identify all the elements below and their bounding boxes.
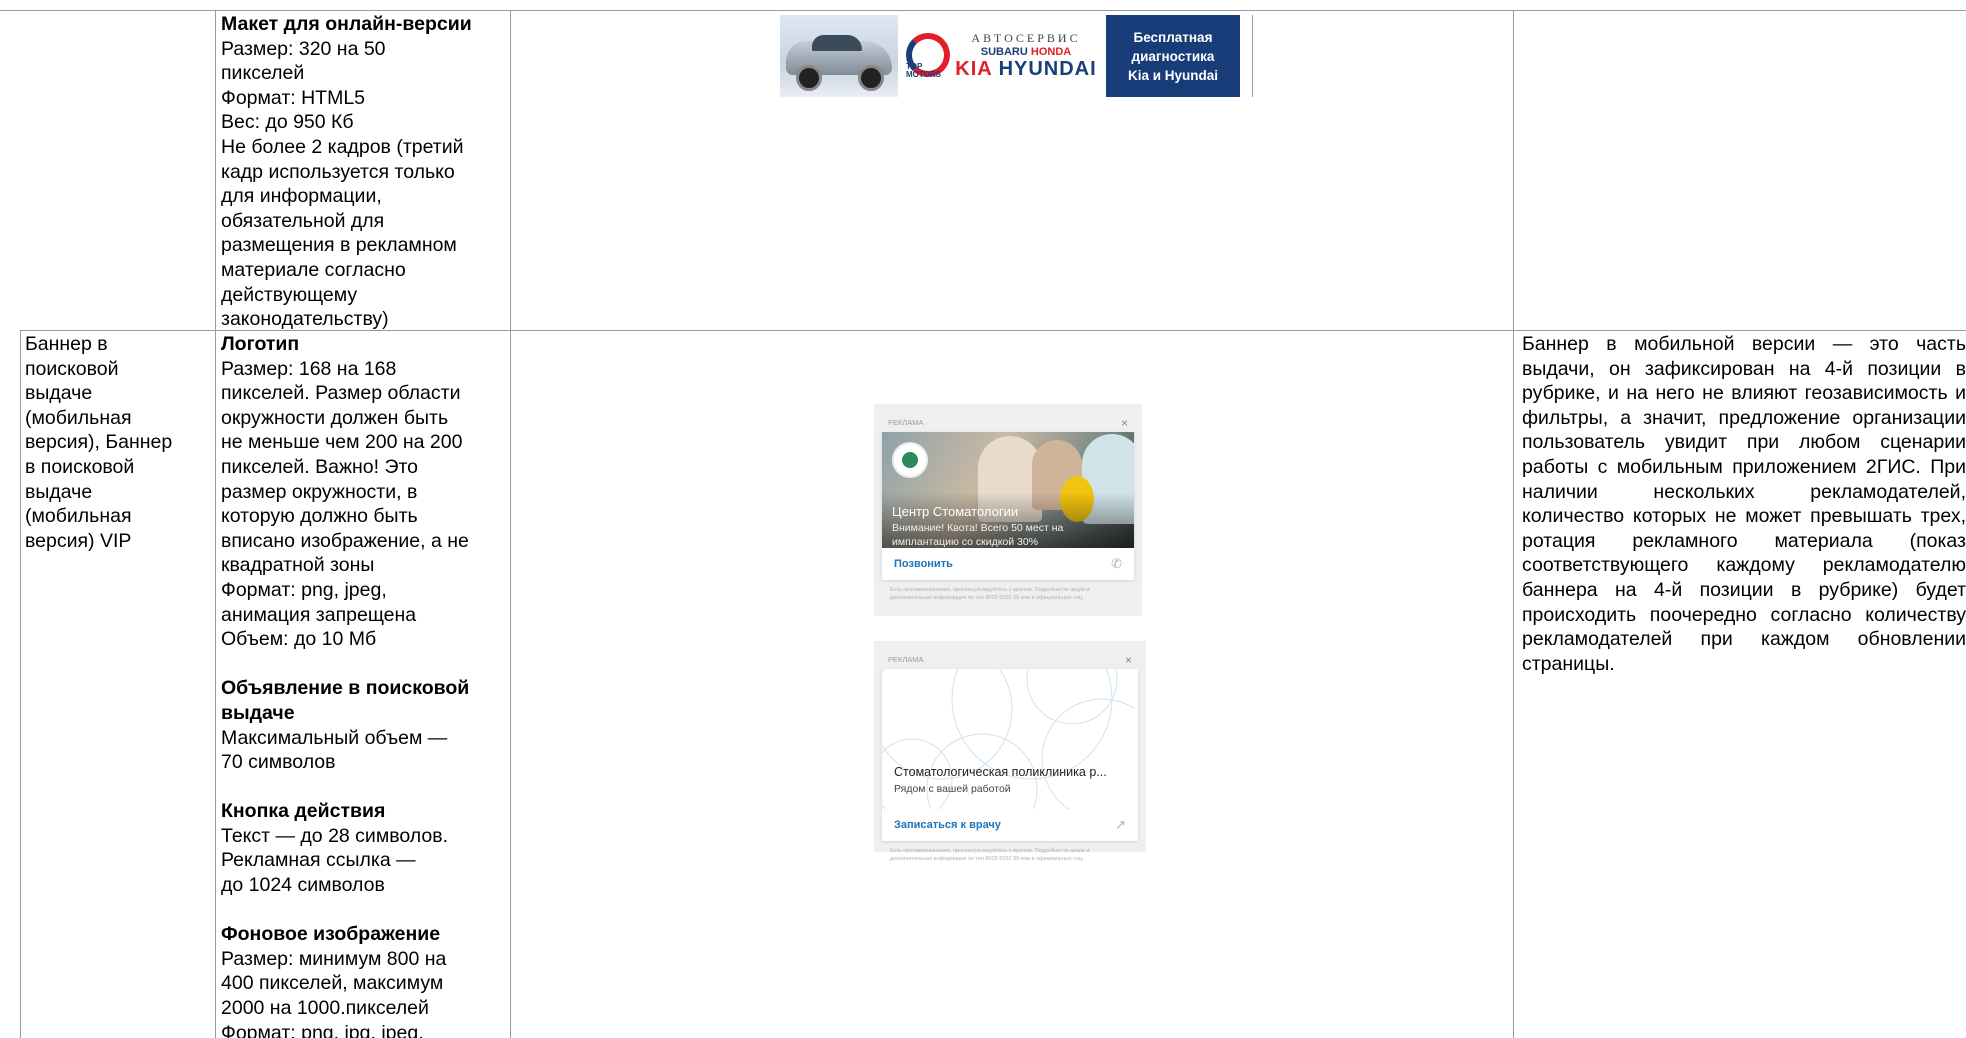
ad-card[interactable]: Центр Стоматологии Внимание! Квота! Всег… (882, 432, 1134, 580)
card-footnote: Есть противопоказания, проконсультируйте… (890, 848, 1090, 862)
dental-photo: Центр Стоматологии Внимание! Квота! Всег… (882, 432, 1134, 548)
autoservice-banner-image: TOP MOTORS АВТОСЕРВИС SUBARU HONDA KIA HY… (780, 15, 1255, 97)
online-layout-heading: Макет для онлайн-версии (221, 13, 472, 35)
mobile-ad-example-1: РЕКЛАМА × Центр Стоматологии Внимание! К… (874, 404, 1142, 616)
ad-label: РЕКЛАМА (888, 655, 924, 664)
phone-icon: ✆ (1111, 556, 1122, 571)
spec-line: Формат: HTML5 (221, 86, 366, 109)
ad-card[interactable]: Стоматологическая поликлиника р... Рядом… (882, 669, 1138, 841)
external-link-icon: ↗ (1115, 817, 1126, 832)
mobile-banner-description: Баннер в мобильной версии — это часть вы… (1522, 333, 1966, 675)
spec-line: законодательству) (221, 308, 389, 331)
grid-col-line-1 (20, 330, 21, 1038)
card-title: Стоматологическая поликлиника р... (894, 765, 1107, 779)
spec-line: Вес: до 950 Кб (221, 111, 354, 134)
action-button-heading: Кнопка действия (221, 800, 386, 823)
spec-line: для информации, (221, 185, 382, 208)
spec-line: размещения в рекламном (221, 234, 457, 257)
ad-label: РЕКЛАМА (888, 418, 924, 427)
spec-line: действующему (221, 283, 358, 306)
top-motors-logo: TOP MOTORS (898, 15, 952, 97)
grid-col-line-2 (215, 10, 216, 1038)
close-icon[interactable]: × (1121, 417, 1128, 429)
card-subtitle: Внимание! Квота! Всего 50 мест на имплан… (892, 522, 1064, 548)
spec-line: обязательной для (221, 209, 385, 232)
card-title: Центр Стоматологии (892, 504, 1019, 519)
pattern-background: Стоматологическая поликлиника р... Рядом… (882, 669, 1138, 809)
book-doctor-button[interactable]: Записаться к врачу ↗ (882, 809, 1138, 841)
mobile-ad-example-2: РЕКЛАМА × Стоматологическая поликлиника … (874, 641, 1146, 862)
document-page: Макет для онлайн-версии Размер: 320 на 5… (0, 0, 1966, 1038)
close-icon[interactable]: × (1125, 654, 1132, 666)
call-button[interactable]: Позвонить ✆ (882, 548, 1134, 580)
card-footnote: Есть противопоказания, проконсультируйте… (890, 587, 1090, 601)
mobile-banner-specs: Логотип Размер: 168 на 168 пикселей. Раз… (221, 332, 506, 1038)
search-ad-heading-cont: выдаче (221, 701, 295, 724)
online-layout-spec: Макет для онлайн-версии Размер: 320 на 5… (221, 12, 506, 332)
free-diagnostics-offer: Бесплатная диагностика Kia и Hyundai (1106, 15, 1240, 97)
logo-heading: Логотип (221, 333, 300, 355)
spec-line: кадр используется только (221, 160, 455, 183)
search-ad-heading: Объявление в поисковой (221, 677, 470, 700)
spec-line: Размер: 320 на 50 (221, 37, 386, 60)
clinic-logo-icon (892, 442, 928, 478)
car-image (780, 15, 898, 97)
spec-line: Не более 2 кадров (третий (221, 135, 464, 158)
autoservice-label: АВТОСЕРВИС (971, 31, 1081, 45)
grid-col-line-3 (510, 10, 511, 1038)
background-image-heading: Фоновое изображение (221, 923, 441, 946)
kia-hyundai-line: KIA HYUNDAI (955, 58, 1097, 80)
makes-line: SUBARU HONDA (980, 46, 1072, 58)
card-subtitle: Рядом с вашей работой (894, 783, 1011, 795)
brand-names: АВТОСЕРВИС SUBARU HONDA KIA HYUNDAI (952, 15, 1100, 97)
spec-line: материале согласно (221, 258, 406, 281)
grid-top-line (0, 10, 1966, 11)
spec-line: пикселей (221, 62, 305, 85)
grid-col-line-4 (1513, 10, 1514, 1038)
banner-type-label: Баннер в поисковой выдаче (мобильная вер… (25, 333, 173, 552)
